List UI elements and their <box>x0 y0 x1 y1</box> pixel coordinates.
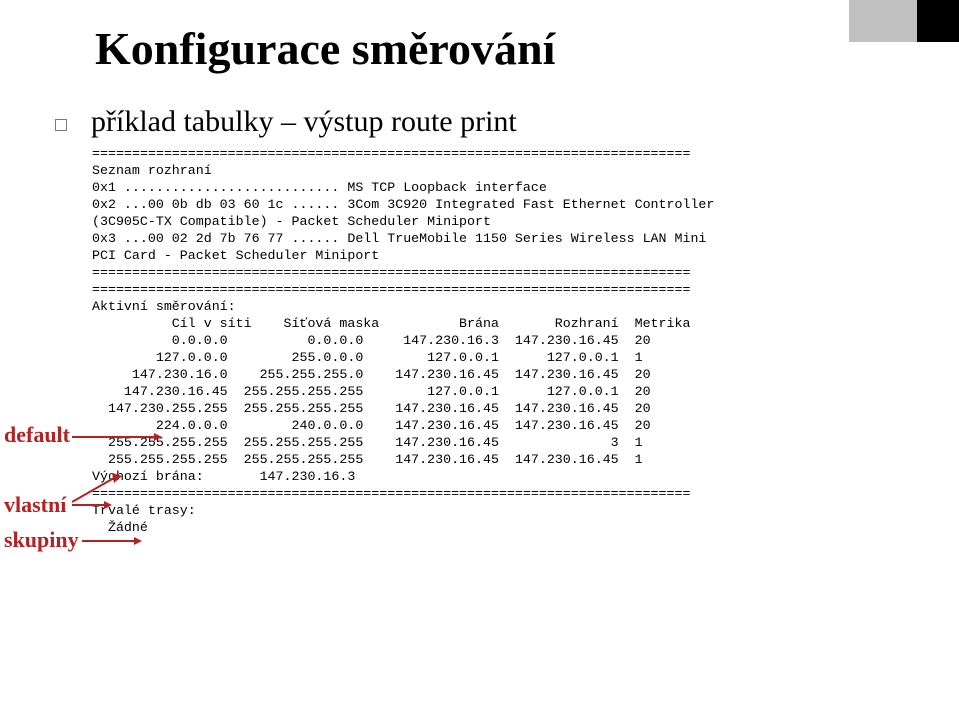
label-default: default <box>4 422 70 448</box>
label-vlastni: vlastní <box>4 492 66 518</box>
route-print-output: ========================================… <box>0 139 959 536</box>
bullet-icon <box>55 119 67 131</box>
decor-bar-gray <box>849 0 917 42</box>
arrow-skupiny <box>82 536 142 546</box>
decor-header <box>849 0 959 42</box>
page-title: Konfigurace směrování <box>0 0 959 75</box>
decor-bar-black <box>917 0 959 42</box>
subtitle-row: příklad tabulky – výstup route print <box>0 75 959 139</box>
subtitle-text: příklad tabulky – výstup route print <box>91 105 517 139</box>
label-skupiny: skupiny <box>4 527 79 553</box>
